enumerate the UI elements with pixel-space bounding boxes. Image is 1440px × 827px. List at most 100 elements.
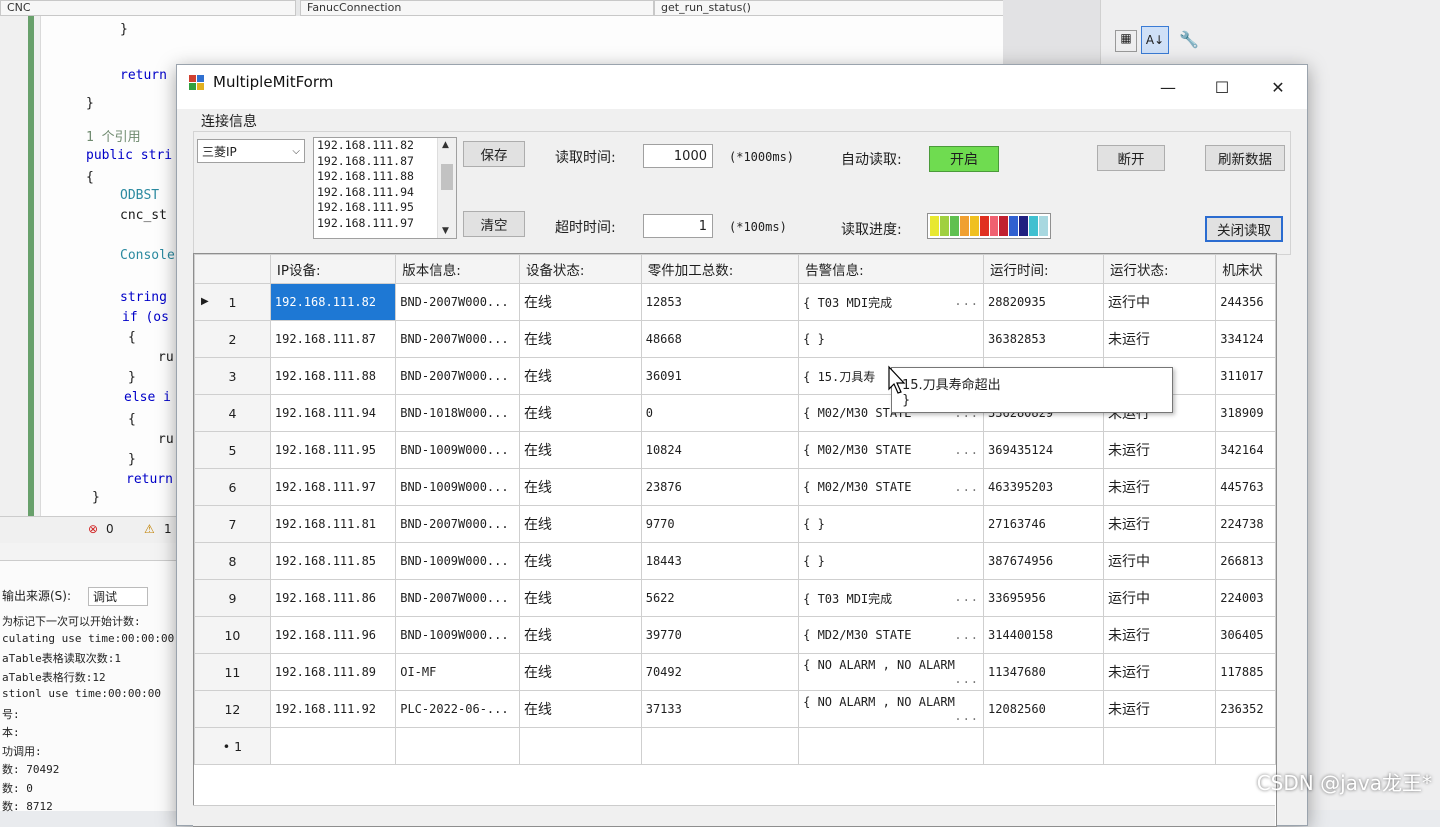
- table-row[interactable]: 7 192.168.111.81 BND-2007W000... 在线 9770 { } 2…: [194, 505, 1276, 543]
- grid-cell[interactable]: 192.168.111.88: [269, 357, 397, 395]
- grid-cell[interactable]: 在线: [518, 283, 642, 321]
- grid-cell[interactable]: { T03 MDI完成...: [798, 579, 985, 617]
- grid-cell[interactable]: { MD2/M30 STATE...: [798, 616, 985, 654]
- grid-cell[interactable]: 运行中: [1103, 283, 1217, 321]
- grid-cell[interactable]: 未运行: [1103, 653, 1217, 691]
- grid-cell[interactable]: BND-1018W000...: [395, 394, 520, 432]
- grid-cell[interactable]: 117885: [1215, 653, 1276, 691]
- grid-cell[interactable]: 192.168.111.95: [269, 431, 397, 469]
- save-button[interactable]: 保存: [463, 141, 525, 167]
- row-header[interactable]: 3: [194, 357, 271, 395]
- grid-cell[interactable]: 在线: [518, 357, 642, 395]
- grid-cell[interactable]: 192.168.111.86: [269, 579, 397, 617]
- grid-cell[interactable]: BND-2007W000...: [395, 357, 520, 395]
- grid-cell[interactable]: 运行中: [1103, 579, 1217, 617]
- grid-cell[interactable]: PLC-2022-06-...: [395, 690, 520, 728]
- grid-cell[interactable]: 192.168.111.85: [269, 542, 397, 580]
- grid-cell[interactable]: 224738: [1215, 505, 1276, 543]
- grid-cell[interactable]: 369435124: [983, 431, 1105, 469]
- grid-cell[interactable]: [1103, 727, 1217, 765]
- grid-cell[interactable]: 在线: [518, 320, 642, 358]
- row-header[interactable]: 8: [194, 542, 271, 580]
- table-row[interactable]: 11 192.168.111.89 OI-MF 在线 70492 { NO ALARM ,…: [194, 653, 1276, 691]
- grid-cell[interactable]: 192.168.111.81: [269, 505, 397, 543]
- row-header[interactable]: 12: [194, 690, 271, 728]
- grid-cell[interactable]: 192.168.111.89: [269, 653, 397, 691]
- row-header[interactable]: 10: [194, 616, 271, 654]
- grid-cell[interactable]: { }: [798, 320, 985, 358]
- grid-cell[interactable]: 在线: [518, 394, 642, 432]
- column-header[interactable]: 设备状态:: [518, 254, 642, 284]
- grid-cell[interactable]: 311017: [1215, 357, 1276, 395]
- close-read-button[interactable]: 关闭读取: [1205, 216, 1283, 242]
- grid-cell[interactable]: 266813: [1215, 542, 1276, 580]
- grid-cell[interactable]: 39770: [640, 616, 800, 654]
- grid-cell[interactable]: 未运行: [1103, 320, 1217, 358]
- table-row[interactable]: ▶ 1 192.168.111.82 BND-2007W000... 在线 12853{ …: [194, 283, 1276, 321]
- grid-cell[interactable]: { NO ALARM , NO ALARM...: [798, 653, 985, 691]
- grid-cell[interactable]: 236352: [1215, 690, 1276, 728]
- column-header[interactable]: 机床状: [1215, 254, 1276, 284]
- ip-list-item[interactable]: 192.168.111.94: [314, 185, 456, 201]
- grid-cell[interactable]: 192.168.111.92: [269, 690, 397, 728]
- grid-cell[interactable]: 18443: [640, 542, 800, 580]
- table-row[interactable]: 10 192.168.111.96 BND-1009W000... 在线 39770 { …: [194, 616, 1276, 654]
- disconnect-button[interactable]: 断开: [1097, 145, 1165, 171]
- scroll-thumb[interactable]: [441, 164, 453, 190]
- column-header[interactable]: 版本信息:: [395, 254, 520, 284]
- grid-cell[interactable]: 0: [640, 394, 800, 432]
- grid-cell[interactable]: BND-1009W000...: [395, 431, 520, 469]
- grid-cell[interactable]: { NO ALARM , NO ALARM...: [798, 690, 985, 728]
- new-row-header[interactable]: • 1: [194, 727, 271, 765]
- new-row[interactable]: • 1: [194, 727, 1276, 765]
- grid-cell[interactable]: { T03 MDI完成...: [798, 283, 985, 321]
- grid-cell[interactable]: 318909: [1215, 394, 1276, 432]
- grid-cell[interactable]: [269, 727, 397, 765]
- grid-cell[interactable]: 342164: [1215, 431, 1276, 469]
- column-header[interactable]: 运行时间:: [983, 254, 1105, 284]
- grid-cell[interactable]: [983, 727, 1105, 765]
- ip-list-item[interactable]: 192.168.111.87: [314, 154, 456, 170]
- scroll-down-icon[interactable]: ▼: [442, 226, 449, 236]
- column-header[interactable]: 运行状态:: [1103, 254, 1217, 284]
- grid-cell[interactable]: 未运行: [1103, 690, 1217, 728]
- column-header[interactable]: 零件加工总数:: [640, 254, 800, 284]
- row-header[interactable]: 7: [194, 505, 271, 543]
- maximize-button[interactable]: ☐: [1199, 65, 1245, 109]
- grid-cell[interactable]: 12853: [640, 283, 800, 321]
- table-row[interactable]: 6 192.168.111.97 BND-1009W000... 在线 23876 { M…: [194, 468, 1276, 506]
- grid-cell[interactable]: 192.168.111.94: [269, 394, 397, 432]
- grid-cell[interactable]: 在线: [518, 653, 642, 691]
- grid-cell[interactable]: [1215, 727, 1276, 765]
- grid-cell[interactable]: 在线: [518, 690, 642, 728]
- ip-listbox[interactable]: 192.168.111.82 192.168.111.87 192.168.111.…: [313, 137, 457, 239]
- grid-cell[interactable]: 未运行: [1103, 431, 1217, 469]
- alphabetical-icon[interactable]: A↓: [1141, 26, 1169, 54]
- grid-cell[interactable]: { M02/M30 STATE...: [798, 468, 985, 506]
- clear-button[interactable]: 清空: [463, 211, 525, 237]
- row-header[interactable]: ▶ 1: [194, 283, 271, 321]
- grid-cell[interactable]: 10824: [640, 431, 800, 469]
- grid-cell[interactable]: 未运行: [1103, 505, 1217, 543]
- grid-cell[interactable]: 306405: [1215, 616, 1276, 654]
- grid-cell[interactable]: 在线: [518, 468, 642, 506]
- grid-cell[interactable]: 未运行: [1103, 616, 1217, 654]
- grid-cell[interactable]: 36382853: [983, 320, 1105, 358]
- ip-list-item[interactable]: 192.168.111.95: [314, 200, 456, 216]
- ide-editor-scroll[interactable]: [1003, 0, 1100, 70]
- row-header[interactable]: 4: [194, 394, 271, 432]
- grid-cell[interactable]: 在线: [518, 431, 642, 469]
- grid-cell[interactable]: 192.168.111.97: [269, 468, 397, 506]
- grid-cell[interactable]: 5622: [640, 579, 800, 617]
- grid-cell[interactable]: 运行中: [1103, 542, 1217, 580]
- grid-cell[interactable]: BND-1009W000...: [395, 616, 520, 654]
- grid-cell[interactable]: 192.168.111.82: [269, 283, 397, 321]
- grid-cell[interactable]: BND-2007W000...: [395, 283, 520, 321]
- grid-cell[interactable]: [640, 727, 800, 765]
- grid-cell[interactable]: 192.168.111.96: [269, 616, 397, 654]
- grid-cell[interactable]: 48668: [640, 320, 800, 358]
- grid-cell[interactable]: BND-1009W000...: [395, 542, 520, 580]
- title-bar[interactable]: MultipleMitForm — ☐ ✕: [177, 65, 1307, 109]
- grid-cell[interactable]: 33695956: [983, 579, 1105, 617]
- ide-class-dropdown[interactable]: FanucConnection: [300, 0, 654, 16]
